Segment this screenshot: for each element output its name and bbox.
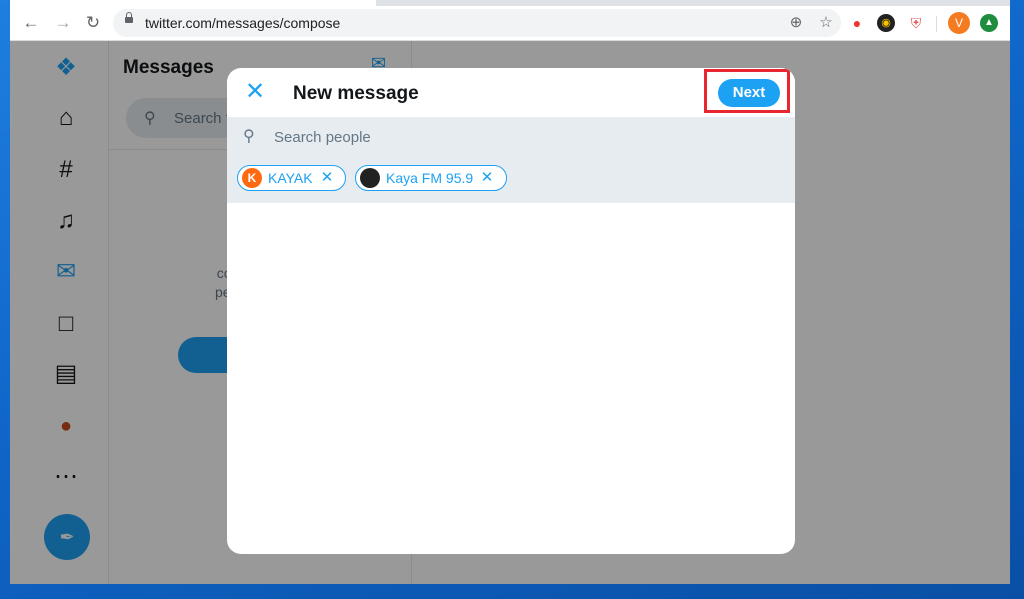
extension-icon[interactable]: ◉ — [877, 14, 895, 32]
avatar — [360, 168, 380, 188]
search-people-placeholder: Search people — [274, 129, 371, 146]
reload-icon[interactable]: ↻ — [82, 12, 104, 34]
browser-window: ← → ↻ twitter.com/messages/compose ⊕ ☆ ●… — [10, 0, 1010, 584]
address-url[interactable]: twitter.com/messages/compose — [145, 15, 340, 31]
search-icon: ⚲ — [243, 128, 255, 145]
back-icon[interactable]: ← — [20, 12, 42, 34]
bookmark-star-icon[interactable]: ☆ — [817, 14, 835, 32]
lock-icon — [125, 12, 133, 23]
profile-avatar[interactable]: V — [948, 12, 970, 34]
recipient-name: Kaya FM 95.9 — [386, 170, 474, 186]
recipient-chip-kaya-fm[interactable]: Kaya FM 95.9 ✕ — [355, 165, 507, 191]
shield-extension-icon[interactable]: ⛨ — [907, 14, 925, 32]
extension-icon[interactable]: ● — [848, 14, 866, 32]
update-icon[interactable]: ▲ — [980, 14, 998, 32]
forward-icon[interactable]: → — [52, 12, 74, 34]
avatar: K — [242, 168, 262, 188]
toolbar-divider — [936, 16, 937, 32]
dialog-title: New message — [293, 83, 419, 104]
annotation-highlight-box — [704, 69, 790, 113]
remove-recipient-icon[interactable]: ✕ — [318, 168, 336, 188]
recipient-chip-kayak[interactable]: K KAYAK ✕ — [237, 165, 346, 191]
close-icon[interactable]: ✕ — [243, 80, 267, 104]
remove-recipient-icon[interactable]: ✕ — [478, 168, 496, 188]
browser-toolbar: ← → ↻ twitter.com/messages/compose ⊕ ☆ ●… — [10, 6, 1010, 41]
new-message-dialog: ✕ New message Next ⚲ Search people K KAY… — [227, 68, 795, 554]
recipient-name: KAYAK — [268, 170, 313, 186]
address-bar[interactable]: twitter.com/messages/compose ⊕ ☆ — [113, 9, 841, 37]
dialog-header: ✕ New message Next — [227, 68, 795, 118]
add-to-search-icon[interactable]: ⊕ — [787, 14, 805, 32]
